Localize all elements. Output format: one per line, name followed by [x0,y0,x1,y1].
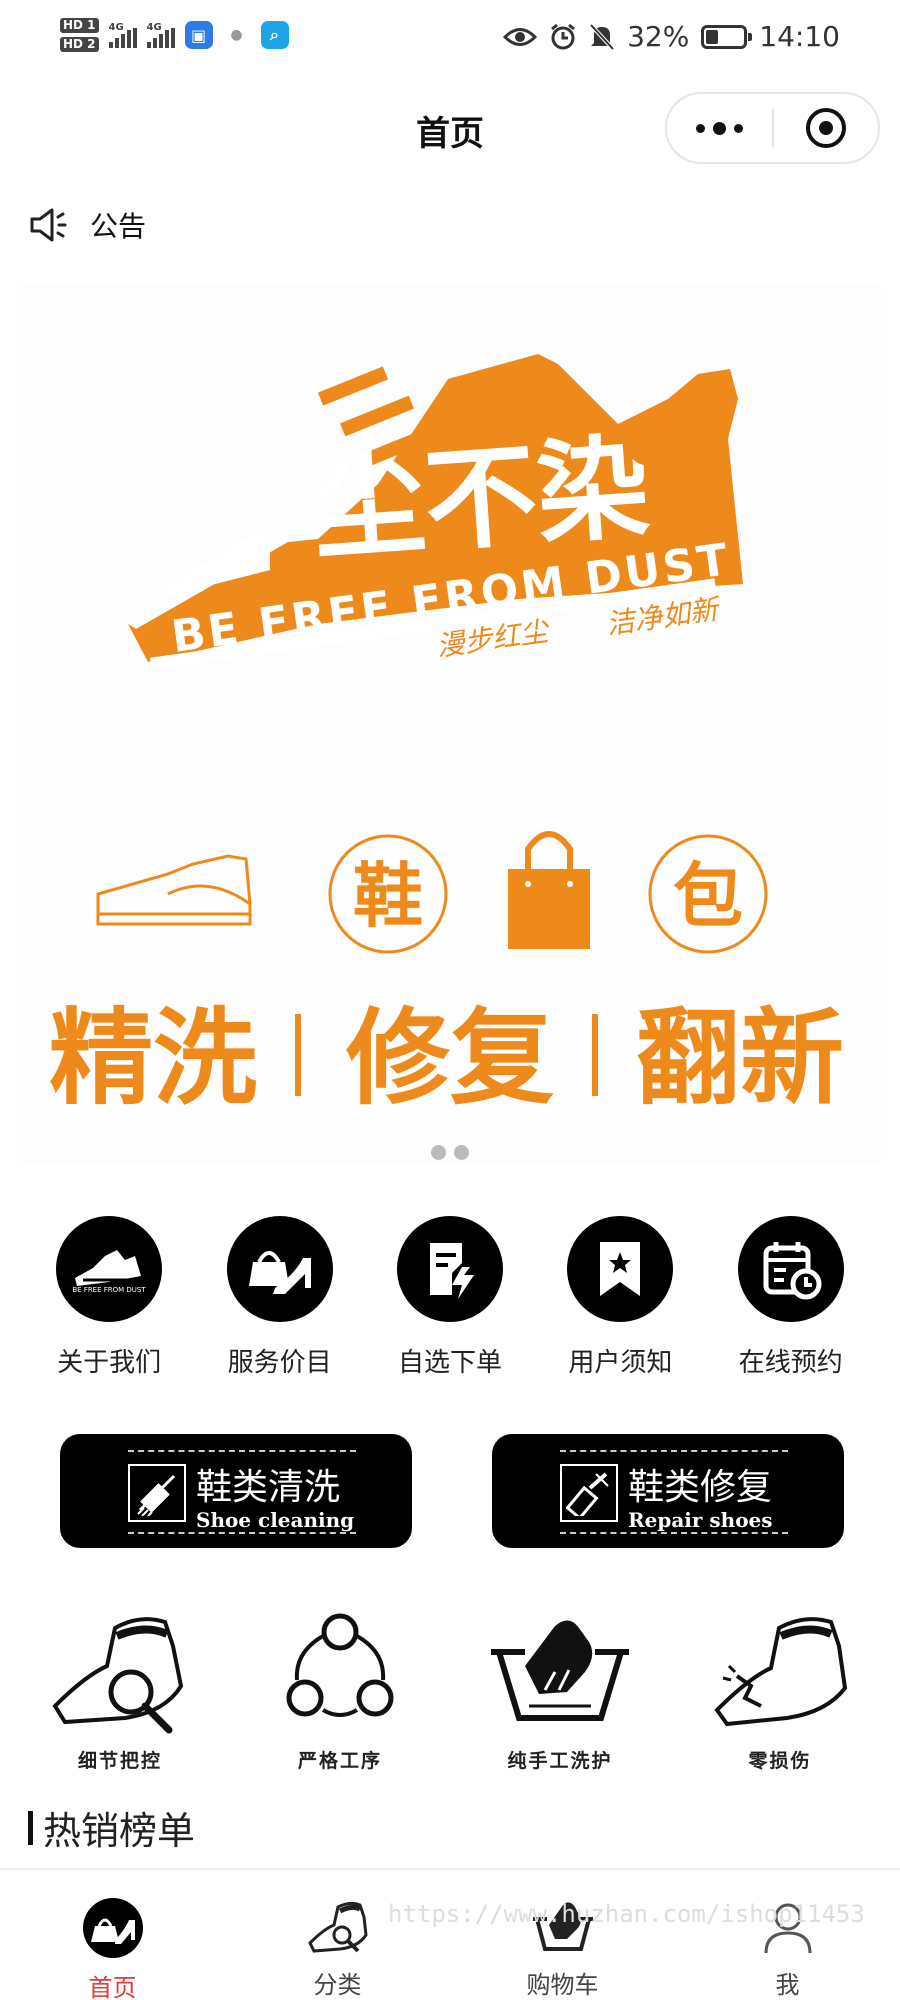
status-left: HD 1 HD 2 4G 4G ▣ ● ⌕ [60,18,289,52]
battery-icon [701,24,753,49]
shoe-repair-icon [714,1617,848,1727]
menu-label: 在线预约 [738,1348,843,1378]
tab-label: 我 [775,1971,800,1999]
feature-label: 细节把控 [77,1750,162,1772]
banner-image: 尘不染 BE FREE FROM DUST 漫步红尘 洁净如新 鞋 包 精洗 修… [49,354,844,1119]
clock: 14:10 [759,20,840,53]
tab-cart[interactable]: 购物车 [450,1870,675,2000]
sneaker-outline-icon [96,854,252,926]
menu-online-booking[interactable]: 在线预约 [716,1216,866,1379]
status-bar: HD 1 HD 2 4G 4G ▣ ● ⌕ 32% 14:10 [0,0,900,80]
signal-icon-2: 4G [146,22,175,48]
section-bar [28,1810,33,1845]
feature-hand-wash: 纯手工洗护 [470,1606,650,1773]
carousel-dots [0,1145,900,1160]
svg-text:BE FREE FROM DUST: BE FREE FROM DUST [73,1286,147,1294]
banner-service-refurbish: 翻新 [636,997,844,1119]
hot-list-title: 热销榜单 [43,1809,196,1853]
hand-wash-icon [491,1620,629,1721]
hot-list-header: 热销榜单 [28,1800,195,1855]
feature-label: 纯手工洗护 [507,1750,613,1772]
feature-detail-control: 细节把控 [30,1606,210,1773]
brand-logo-icon: BE FREE FROM DUST [56,1216,163,1322]
category-shoe-icon [306,1896,370,1957]
cart-basin-icon [531,1896,595,1957]
shoe-cleaning-button[interactable]: 鞋类清洗 Shoe cleaning [60,1434,412,1548]
tab-label: 分类 [313,1971,362,1999]
eye-icon [503,27,538,46]
shoe-cleaning-en: Shoe cleaning [196,1508,355,1532]
qq-icon: ● [222,21,251,49]
shoe-repair-en: Repair shoes [628,1508,773,1532]
banner-service-wash: 精洗 [49,997,257,1119]
home-shoe-icon [81,1896,145,1960]
shoe-repair-button[interactable]: 鞋类修复 Repair shoes [492,1434,844,1548]
notice-bar[interactable]: 公告 [28,198,146,252]
tab-label: 购物车 [526,1971,599,1999]
tab-label: 首页 [88,1974,137,2000]
banner-service-repair: 修复 [346,997,554,1119]
feature-strict-process: 严格工序 [250,1606,430,1773]
bag-icon [508,831,590,949]
shoe-badge: 鞋 [328,834,448,954]
tab-me[interactable]: 我 [675,1870,900,2000]
alarm-icon [551,23,575,49]
banner-divider-2 [592,1014,598,1096]
menu-label: 关于我们 [57,1348,162,1378]
close-miniprogram-button[interactable] [774,94,879,162]
target-icon [805,108,846,148]
carousel-dot[interactable] [431,1145,446,1160]
tab-bar: 首页 分类 购物车 我 [0,1868,900,2000]
menu-self-order[interactable]: 自选下单 [375,1216,525,1379]
tab-category[interactable]: 分类 [225,1870,450,2000]
hd2-indicator: HD 2 [60,37,99,52]
menu-user-notice[interactable]: 用户须知 [545,1216,695,1379]
notice-label: 公告 [90,210,147,243]
more-button[interactable] [667,94,772,162]
badge-shoe-text: 鞋 [353,855,423,937]
bookmark-star-icon [567,1216,674,1322]
feature-label: 严格工序 [297,1750,382,1772]
handbag-heel-icon [226,1216,333,1322]
badge-bag-text: 包 [673,855,743,937]
shoe-cleaning-cn: 鞋类清洗 [196,1467,341,1508]
search-app-icon: ⌕ [260,21,289,49]
menu-label: 服务价目 [227,1348,332,1378]
menu-label: 用户须知 [568,1348,673,1378]
speaker-icon [30,208,67,242]
menu-label: 自选下单 [397,1348,502,1378]
bag-badge: 包 [648,834,768,954]
title-bar: 首页 [0,80,900,180]
menu-price-list[interactable]: 服务价目 [205,1216,355,1379]
status-right: 32% 14:10 [503,20,840,53]
mute-icon [589,23,615,50]
miniprogram-capsule [665,92,880,164]
banner-carousel[interactable]: 尘不染 BE FREE FROM DUST 漫步红尘 洁净如新 鞋 包 精洗 修… [18,284,882,1164]
order-form-icon [396,1216,503,1322]
signal-icon-1: 4G [108,22,137,48]
process-cycle-icon [286,1613,394,1717]
glue-bottle-icon [560,1464,618,1522]
notification-app-icon: ▣ [184,21,213,49]
quick-menu: BE FREE FROM DUST 关于我们 服务价目 自选下单 用户须知 在线… [0,1216,900,1379]
banner-divider-1 [295,1014,301,1096]
feature-zero-damage: 零损伤 [690,1606,870,1773]
battery-percent: 32% [627,20,690,53]
feature-row: 细节把控 严格工序 纯手工洗护 零损伤 [0,1606,900,1773]
feature-label: 零损伤 [748,1750,812,1772]
hd-indicators: HD 1 HD 2 [60,18,99,52]
shoe-magnifier-icon [52,1617,184,1734]
carousel-dot[interactable] [454,1145,469,1160]
hd1-indicator: HD 1 [60,18,99,33]
calendar-clock-icon [737,1216,844,1322]
user-icon [756,1896,820,1957]
shoe-repair-cn: 鞋类修复 [628,1467,773,1508]
tab-home[interactable]: 首页 [0,1870,225,2000]
menu-about-us[interactable]: BE FREE FROM DUST 关于我们 [34,1216,184,1379]
brush-icon [128,1464,186,1522]
